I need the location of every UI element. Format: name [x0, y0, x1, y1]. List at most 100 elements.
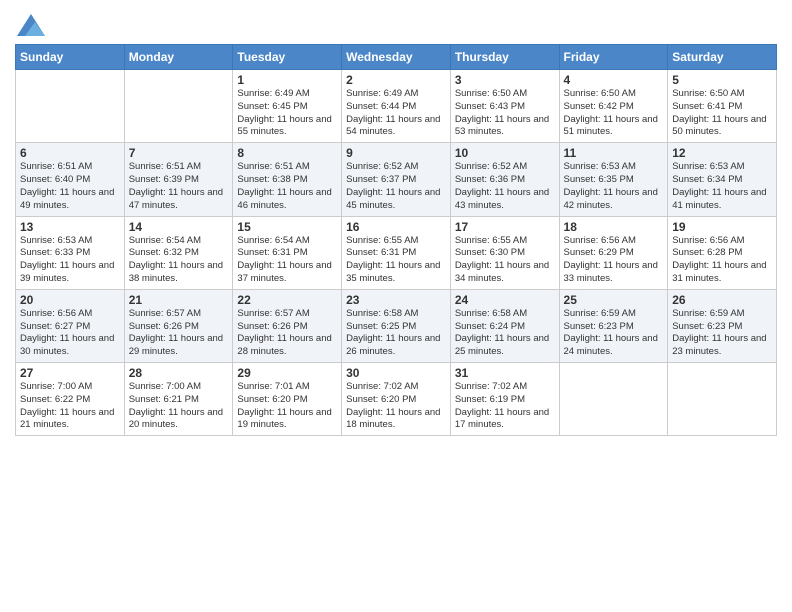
- calendar-day: 6Sunrise: 6:51 AM Sunset: 6:40 PM Daylig…: [16, 143, 125, 216]
- day-info: Sunrise: 6:54 AM Sunset: 6:31 PM Dayligh…: [237, 235, 337, 286]
- day-number: 22: [237, 293, 337, 307]
- day-number: 19: [672, 220, 772, 234]
- day-info: Sunrise: 6:49 AM Sunset: 6:45 PM Dayligh…: [237, 88, 337, 139]
- day-number: 23: [346, 293, 446, 307]
- day-info: Sunrise: 6:56 AM Sunset: 6:29 PM Dayligh…: [564, 235, 664, 286]
- day-number: 18: [564, 220, 664, 234]
- empty-day: [124, 70, 233, 143]
- calendar-day: 7Sunrise: 6:51 AM Sunset: 6:39 PM Daylig…: [124, 143, 233, 216]
- calendar-day: 2Sunrise: 6:49 AM Sunset: 6:44 PM Daylig…: [342, 70, 451, 143]
- day-info: Sunrise: 6:51 AM Sunset: 6:39 PM Dayligh…: [129, 161, 229, 212]
- day-header: Sunday: [16, 45, 125, 70]
- logo: [15, 14, 45, 36]
- day-info: Sunrise: 7:01 AM Sunset: 6:20 PM Dayligh…: [237, 381, 337, 432]
- day-number: 27: [20, 366, 120, 380]
- day-number: 5: [672, 73, 772, 87]
- empty-day: [668, 363, 777, 436]
- calendar-day: 18Sunrise: 6:56 AM Sunset: 6:29 PM Dayli…: [559, 216, 668, 289]
- day-header: Thursday: [450, 45, 559, 70]
- day-number: 6: [20, 146, 120, 160]
- day-info: Sunrise: 6:54 AM Sunset: 6:32 PM Dayligh…: [129, 235, 229, 286]
- day-number: 16: [346, 220, 446, 234]
- empty-day: [16, 70, 125, 143]
- day-info: Sunrise: 7:00 AM Sunset: 6:21 PM Dayligh…: [129, 381, 229, 432]
- day-info: Sunrise: 6:55 AM Sunset: 6:30 PM Dayligh…: [455, 235, 555, 286]
- day-info: Sunrise: 7:02 AM Sunset: 6:19 PM Dayligh…: [455, 381, 555, 432]
- day-number: 15: [237, 220, 337, 234]
- day-info: Sunrise: 6:56 AM Sunset: 6:28 PM Dayligh…: [672, 235, 772, 286]
- day-number: 12: [672, 146, 772, 160]
- day-number: 21: [129, 293, 229, 307]
- day-number: 31: [455, 366, 555, 380]
- calendar-day: 15Sunrise: 6:54 AM Sunset: 6:31 PM Dayli…: [233, 216, 342, 289]
- calendar-day: 26Sunrise: 6:59 AM Sunset: 6:23 PM Dayli…: [668, 289, 777, 362]
- calendar-day: 5Sunrise: 6:50 AM Sunset: 6:41 PM Daylig…: [668, 70, 777, 143]
- day-info: Sunrise: 6:49 AM Sunset: 6:44 PM Dayligh…: [346, 88, 446, 139]
- day-info: Sunrise: 6:58 AM Sunset: 6:25 PM Dayligh…: [346, 308, 446, 359]
- day-info: Sunrise: 6:52 AM Sunset: 6:36 PM Dayligh…: [455, 161, 555, 212]
- day-number: 4: [564, 73, 664, 87]
- day-info: Sunrise: 6:53 AM Sunset: 6:34 PM Dayligh…: [672, 161, 772, 212]
- day-info: Sunrise: 6:50 AM Sunset: 6:43 PM Dayligh…: [455, 88, 555, 139]
- day-info: Sunrise: 6:56 AM Sunset: 6:27 PM Dayligh…: [20, 308, 120, 359]
- calendar-day: 25Sunrise: 6:59 AM Sunset: 6:23 PM Dayli…: [559, 289, 668, 362]
- day-info: Sunrise: 6:58 AM Sunset: 6:24 PM Dayligh…: [455, 308, 555, 359]
- calendar-day: 9Sunrise: 6:52 AM Sunset: 6:37 PM Daylig…: [342, 143, 451, 216]
- day-number: 24: [455, 293, 555, 307]
- empty-day: [559, 363, 668, 436]
- day-number: 13: [20, 220, 120, 234]
- day-number: 10: [455, 146, 555, 160]
- day-number: 26: [672, 293, 772, 307]
- day-info: Sunrise: 6:50 AM Sunset: 6:41 PM Dayligh…: [672, 88, 772, 139]
- day-info: Sunrise: 6:57 AM Sunset: 6:26 PM Dayligh…: [129, 308, 229, 359]
- header: [15, 10, 777, 36]
- day-number: 14: [129, 220, 229, 234]
- day-number: 20: [20, 293, 120, 307]
- calendar-day: 17Sunrise: 6:55 AM Sunset: 6:30 PM Dayli…: [450, 216, 559, 289]
- day-number: 29: [237, 366, 337, 380]
- day-info: Sunrise: 6:52 AM Sunset: 6:37 PM Dayligh…: [346, 161, 446, 212]
- day-number: 8: [237, 146, 337, 160]
- day-header: Friday: [559, 45, 668, 70]
- calendar-day: 16Sunrise: 6:55 AM Sunset: 6:31 PM Dayli…: [342, 216, 451, 289]
- calendar-day: 10Sunrise: 6:52 AM Sunset: 6:36 PM Dayli…: [450, 143, 559, 216]
- day-header: Tuesday: [233, 45, 342, 70]
- calendar-table: SundayMondayTuesdayWednesdayThursdayFrid…: [15, 44, 777, 436]
- day-info: Sunrise: 6:55 AM Sunset: 6:31 PM Dayligh…: [346, 235, 446, 286]
- calendar-day: 14Sunrise: 6:54 AM Sunset: 6:32 PM Dayli…: [124, 216, 233, 289]
- day-header: Saturday: [668, 45, 777, 70]
- day-number: 11: [564, 146, 664, 160]
- calendar-day: 8Sunrise: 6:51 AM Sunset: 6:38 PM Daylig…: [233, 143, 342, 216]
- calendar-day: 28Sunrise: 7:00 AM Sunset: 6:21 PM Dayli…: [124, 363, 233, 436]
- calendar-day: 31Sunrise: 7:02 AM Sunset: 6:19 PM Dayli…: [450, 363, 559, 436]
- calendar-day: 30Sunrise: 7:02 AM Sunset: 6:20 PM Dayli…: [342, 363, 451, 436]
- day-number: 1: [237, 73, 337, 87]
- day-number: 17: [455, 220, 555, 234]
- day-info: Sunrise: 6:53 AM Sunset: 6:33 PM Dayligh…: [20, 235, 120, 286]
- calendar-day: 11Sunrise: 6:53 AM Sunset: 6:35 PM Dayli…: [559, 143, 668, 216]
- day-number: 7: [129, 146, 229, 160]
- calendar-day: 21Sunrise: 6:57 AM Sunset: 6:26 PM Dayli…: [124, 289, 233, 362]
- day-number: 3: [455, 73, 555, 87]
- calendar-day: 29Sunrise: 7:01 AM Sunset: 6:20 PM Dayli…: [233, 363, 342, 436]
- calendar-day: 4Sunrise: 6:50 AM Sunset: 6:42 PM Daylig…: [559, 70, 668, 143]
- logo-icon: [17, 14, 45, 36]
- day-number: 28: [129, 366, 229, 380]
- day-info: Sunrise: 6:53 AM Sunset: 6:35 PM Dayligh…: [564, 161, 664, 212]
- day-header: Monday: [124, 45, 233, 70]
- day-number: 25: [564, 293, 664, 307]
- day-info: Sunrise: 6:59 AM Sunset: 6:23 PM Dayligh…: [672, 308, 772, 359]
- calendar-day: 3Sunrise: 6:50 AM Sunset: 6:43 PM Daylig…: [450, 70, 559, 143]
- page: SundayMondayTuesdayWednesdayThursdayFrid…: [0, 0, 792, 451]
- calendar-day: 12Sunrise: 6:53 AM Sunset: 6:34 PM Dayli…: [668, 143, 777, 216]
- calendar-day: 27Sunrise: 7:00 AM Sunset: 6:22 PM Dayli…: [16, 363, 125, 436]
- calendar-day: 13Sunrise: 6:53 AM Sunset: 6:33 PM Dayli…: [16, 216, 125, 289]
- calendar-day: 19Sunrise: 6:56 AM Sunset: 6:28 PM Dayli…: [668, 216, 777, 289]
- day-number: 9: [346, 146, 446, 160]
- day-header: Wednesday: [342, 45, 451, 70]
- day-info: Sunrise: 6:59 AM Sunset: 6:23 PM Dayligh…: [564, 308, 664, 359]
- day-info: Sunrise: 6:50 AM Sunset: 6:42 PM Dayligh…: [564, 88, 664, 139]
- day-info: Sunrise: 7:00 AM Sunset: 6:22 PM Dayligh…: [20, 381, 120, 432]
- day-number: 30: [346, 366, 446, 380]
- calendar-day: 1Sunrise: 6:49 AM Sunset: 6:45 PM Daylig…: [233, 70, 342, 143]
